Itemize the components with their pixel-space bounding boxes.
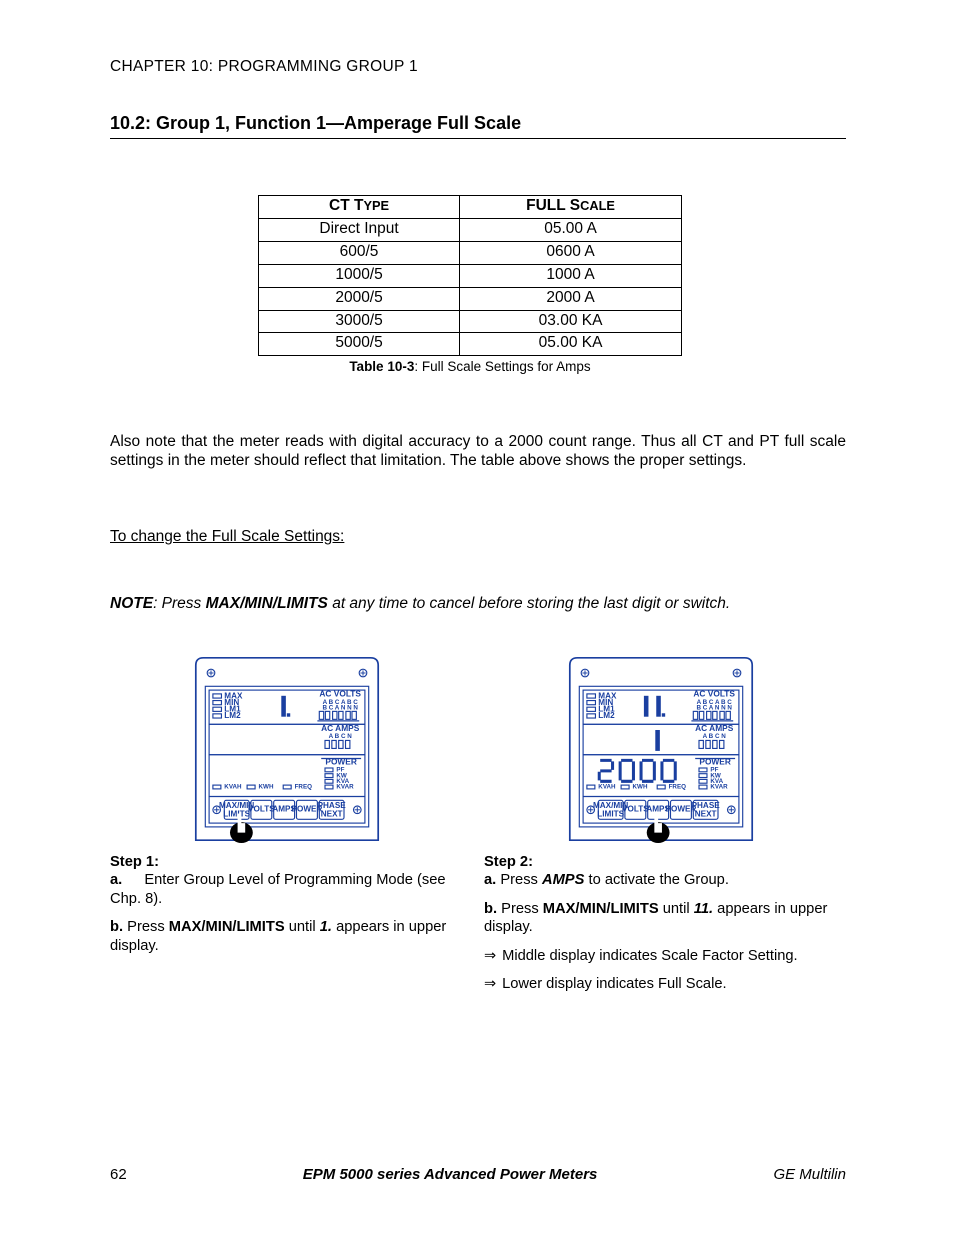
- lower-display-2000: [599, 760, 675, 781]
- svg-text:POWER: POWER: [699, 757, 731, 767]
- svg-text:FREQ: FREQ: [669, 784, 687, 791]
- svg-text:LM2: LM2: [598, 711, 615, 720]
- svg-text:AC VOLTS: AC VOLTS: [319, 689, 361, 699]
- svg-text:A B C N: A B C N: [703, 733, 727, 740]
- volts-indicator-icons: [317, 711, 359, 721]
- svg-text:POWER: POWER: [325, 757, 357, 767]
- screw-icon: [354, 806, 362, 814]
- svg-text:AC AMPS: AC AMPS: [321, 723, 360, 733]
- pointing-hand-icon: [647, 813, 670, 843]
- svg-text:B C A N N N: B C A N N N: [697, 705, 733, 712]
- svg-text:NEXT: NEXT: [321, 809, 343, 818]
- body-paragraph: Also note that the meter reads with digi…: [110, 432, 846, 470]
- table-caption: Table 10-3: Full Scale Settings for Amps: [258, 359, 682, 374]
- footer-brand: GE Multilin: [773, 1166, 846, 1183]
- svg-text:KWH: KWH: [633, 784, 648, 791]
- svg-text:KVAR: KVAR: [710, 784, 728, 791]
- device-diagram-1: MAX MIN LM1 LM2 AC VOLTS A B C A B C B C…: [192, 653, 382, 845]
- step-2a: a. Press AMPS to activate the Group.: [484, 871, 846, 889]
- step-2-column: MAX MIN LM1 LM2 AC VOLTS A B C A B C B C…: [484, 653, 846, 993]
- table-row: 1000/51000 A: [259, 264, 682, 287]
- svg-text:KVAH: KVAH: [224, 784, 242, 791]
- page-number: 62: [110, 1166, 127, 1183]
- svg-text:A B C N: A B C N: [329, 733, 353, 740]
- th-full-scale: FULL SCALE: [460, 196, 682, 219]
- upper-display-11: [644, 696, 665, 717]
- table-row: Direct Input05.00 A: [259, 218, 682, 241]
- svg-text:AC AMPS: AC AMPS: [695, 723, 734, 733]
- svg-text:KWH: KWH: [259, 784, 274, 791]
- note-paragraph: NOTE: Press MAX/MIN/LIMITS at any time t…: [110, 594, 846, 613]
- upper-display-1: [281, 696, 290, 717]
- chapter-header: CHAPTER 10: PROGRAMMING GROUP 1: [110, 58, 846, 76]
- amps-indicator-icons: [325, 740, 350, 748]
- screw-icon: [207, 669, 215, 677]
- step-1-title: Step 1:: [110, 853, 472, 871]
- step-2b: b. Press MAX/MIN/LIMITS until 11. appear…: [484, 900, 846, 937]
- page-footer: 62 EPM 5000 series Advanced Power Meters…: [110, 1166, 846, 1183]
- svg-text:LIMITS: LIMITS: [223, 809, 250, 818]
- svg-text:KVAR: KVAR: [336, 784, 354, 791]
- svg-text:VOLTS: VOLTS: [622, 805, 649, 814]
- screw-icon: [359, 669, 367, 677]
- footer-title: EPM 5000 series Advanced Power Meters: [303, 1166, 598, 1183]
- steps-row: MAX MIN LM1 LM2 AC VOLTS A B C A B C B C…: [110, 653, 846, 993]
- svg-text:LIMITS: LIMITS: [597, 809, 624, 818]
- svg-text:B C A N N N: B C A N N N: [323, 705, 359, 712]
- table-row: 600/50600 A: [259, 241, 682, 264]
- step-2c: ⇒ Middle display indicates Scale Factor …: [484, 947, 846, 965]
- svg-text:KVAH: KVAH: [598, 784, 616, 791]
- device-diagram-2: MAX MIN LM1 LM2 AC VOLTS A B C A B C B C…: [566, 653, 756, 845]
- section-title: 10.2: Group 1, Function 1—Amperage Full …: [110, 113, 846, 139]
- step-1a: a. Enter Group Level of Programming Mode…: [110, 871, 472, 908]
- step-1-column: MAX MIN LM1 LM2 AC VOLTS A B C A B C B C…: [110, 653, 472, 993]
- svg-text:AC VOLTS: AC VOLTS: [693, 689, 735, 699]
- change-settings-heading: To change the Full Scale Settings:: [110, 527, 846, 546]
- table-row: 3000/503.00 KA: [259, 310, 682, 333]
- th-ct-type: CT TYPE: [259, 196, 460, 219]
- table-row: 5000/505.00 KA: [259, 333, 682, 356]
- table-row: 2000/52000 A: [259, 287, 682, 310]
- svg-text:NEXT: NEXT: [695, 809, 717, 818]
- step-1b: b. Press MAX/MIN/LIMITS until 1. appears…: [110, 918, 472, 955]
- svg-text:VOLTS: VOLTS: [248, 805, 275, 814]
- ct-scale-table: CT TYPE FULL SCALE Direct Input05.00 A 6…: [258, 195, 682, 374]
- svg-text:LM2: LM2: [224, 711, 241, 720]
- step-2-title: Step 2:: [484, 853, 846, 871]
- svg-text:FREQ: FREQ: [295, 784, 313, 791]
- step-2d: ⇒ Lower display indicates Full Scale.: [484, 975, 846, 993]
